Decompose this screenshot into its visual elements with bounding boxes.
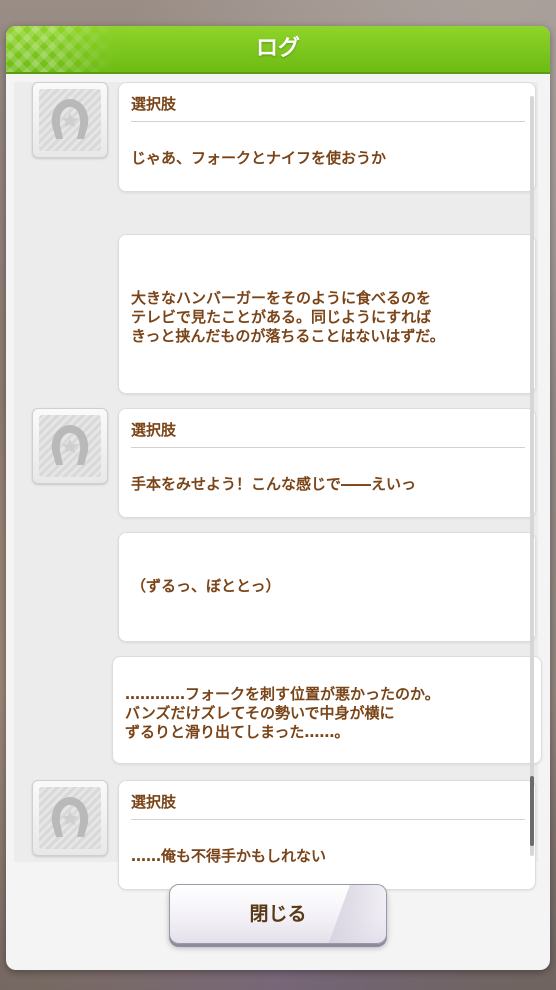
choice-entry: 選択肢 じゃあ、フォークとナイフを使おうか (118, 82, 536, 192)
narration-text: （ずるっ、ぼととっ） (131, 577, 281, 595)
log-dialog: ログ 選択肢 じゃあ、フォークとナイフを使おうか 大きなハンバーガーをそのように… (6, 26, 550, 970)
narration-entry: …………フォークを刺す位置が悪かったのか。 バンズだけズレてその勢いで中身が横に… (112, 656, 542, 764)
choice-text: じゃあ、フォークとナイフを使おうか (131, 149, 387, 167)
scrollbar-thumb[interactable] (530, 776, 534, 846)
choice-divider (131, 819, 525, 820)
scrollbar[interactable] (530, 96, 534, 856)
choice-avatar (32, 82, 108, 158)
choice-avatar (32, 780, 108, 856)
choice-label: 選択肢 (131, 793, 177, 811)
close-button[interactable]: 閉じる (169, 884, 387, 944)
choice-label: 選択肢 (131, 95, 177, 113)
narration-entry: （ずるっ、ぼととっ） (118, 532, 536, 642)
choice-text: ……俺も不得手かもしれない (131, 847, 327, 865)
narration-text: 大きなハンバーガーをそのように食べるのを テレビで見たことがある。同じようにすれ… (131, 289, 445, 345)
choice-divider (131, 447, 525, 448)
log-list[interactable]: 選択肢 じゃあ、フォークとナイフを使おうか 大きなハンバーガーをそのように食べる… (14, 82, 542, 890)
horseshoe-icon (51, 797, 89, 837)
horseshoe-icon (51, 425, 89, 465)
dialog-header: ログ (6, 26, 550, 74)
choice-label: 選択肢 (131, 421, 177, 439)
narration-text: …………フォークを刺す位置が悪かったのか。 バンズだけズレてその勢いで中身が横に… (125, 685, 440, 741)
narration-entry: 大きなハンバーガーをそのように食べるのを テレビで見たことがある。同じようにすれ… (118, 234, 536, 394)
horseshoe-icon (51, 99, 89, 139)
dialog-title: ログ (255, 36, 300, 61)
choice-text: 手本をみせよう！こんな感じで――えいっ (131, 475, 417, 493)
choice-divider (131, 121, 525, 122)
choice-avatar (32, 408, 108, 484)
close-button-label: 閉じる (249, 903, 307, 925)
choice-entry: 選択肢 手本をみせよう！こんな感じで――えいっ (118, 408, 536, 518)
choice-entry: 選択肢 ……俺も不得手かもしれない (118, 780, 536, 890)
